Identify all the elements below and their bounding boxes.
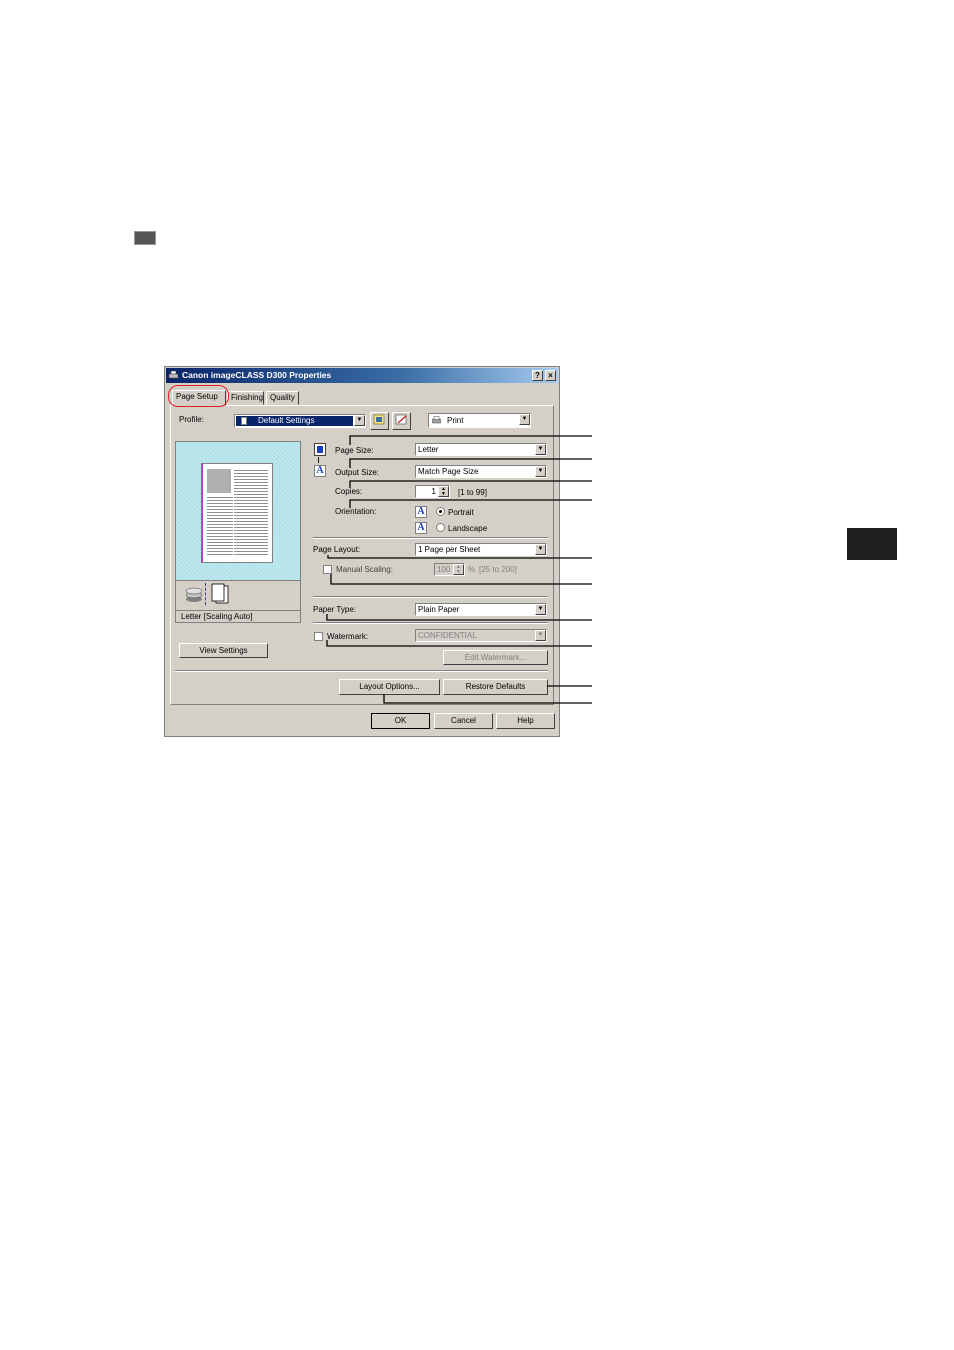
page-size-value: Letter [418, 445, 439, 454]
side-tab-marker [847, 528, 897, 560]
chevron-down-icon[interactable]: ▼ [535, 604, 546, 615]
page-layout-label: Page Layout: [313, 545, 361, 554]
portrait-radio[interactable] [436, 507, 445, 516]
chevron-down-icon[interactable]: ▼ [354, 415, 365, 426]
stack-icon [185, 587, 203, 602]
manual-scaling-unit: % [468, 565, 476, 574]
watermark-checkbox[interactable] [314, 632, 323, 641]
view-settings-button[interactable]: View Settings [179, 643, 268, 658]
margin-square-icon [134, 231, 156, 245]
profile-add-icon [373, 414, 385, 425]
output-size-label: Output Size: [335, 468, 380, 477]
divider [205, 583, 207, 605]
profile-edit-icon [395, 414, 407, 425]
preview-page [201, 463, 273, 563]
output-size-icon: A [314, 465, 326, 477]
copies-range: [1 to 99] [458, 488, 487, 497]
copies-stepper[interactable]: 1 ▲ ▼ [415, 485, 450, 498]
profile-value: Default Settings [258, 416, 315, 425]
output-method-select[interactable]: Print ▼ [428, 413, 531, 428]
manual-scaling-label: Manual Scaling: [336, 565, 393, 574]
manual-scaling-checkbox[interactable] [323, 565, 332, 574]
paper-type-select[interactable]: Plain Paper ▼ [415, 603, 547, 616]
spin-arrows-icon[interactable]: ▲ ▼ [438, 486, 449, 497]
landscape-label: Landscape [448, 524, 488, 533]
page-size-select[interactable]: Letter ▼ [415, 443, 547, 456]
chevron-down-icon[interactable]: ▼ [519, 414, 530, 425]
preview-icon-strip [175, 581, 301, 611]
chevron-down-icon[interactable]: ▼ [535, 630, 546, 641]
arrow-connector [318, 457, 323, 463]
close-button[interactable]: × [545, 370, 556, 381]
separator [313, 622, 548, 624]
page-size-icon [314, 443, 326, 456]
orientation-label: Orientation: [335, 507, 377, 516]
printer-icon [168, 370, 179, 380]
ok-button[interactable]: OK [371, 713, 430, 729]
tab-finishing[interactable]: Finishing [227, 391, 264, 405]
tab-quality[interactable]: Quality [266, 391, 299, 405]
separator [313, 537, 548, 539]
manual-scaling-stepper[interactable]: 100 ▲ ▼ [434, 563, 465, 576]
preview-graphic [207, 469, 231, 493]
cancel-button[interactable]: Cancel [434, 713, 493, 729]
profile-add-button[interactable] [370, 412, 389, 430]
output-size-select[interactable]: Match Page Size ▼ [415, 465, 547, 478]
printer-icon [432, 416, 441, 424]
window-title: Canon imageCLASS D300 Properties [182, 370, 332, 380]
output-method-value: Print [447, 416, 464, 425]
chevron-down-icon[interactable]: ▼ [535, 466, 546, 477]
portrait-label: Portrait [448, 508, 474, 517]
tab-quality-label: Quality [270, 393, 295, 402]
edit-watermark-button[interactable]: Edit Watermark... [443, 650, 548, 665]
watermark-label: Watermark: [327, 632, 369, 641]
help-button[interactable]: Help [496, 713, 555, 729]
page-layout-value: 1 Page per Sheet [418, 545, 481, 554]
manual-scaling-value: 100 [437, 565, 451, 574]
landscape-radio[interactable] [436, 523, 445, 532]
layout-preview [175, 441, 301, 581]
page-layout-select[interactable]: 1 Page per Sheet ▼ [415, 543, 547, 556]
title-bar: Canon imageCLASS D300 Properties ? × [166, 368, 558, 383]
profile-edit-button[interactable] [392, 412, 411, 430]
tab-highlight-circle [168, 385, 229, 407]
chevron-down-icon[interactable]: ▼ [535, 444, 546, 455]
manual-scaling-range: [25 to 200] [479, 565, 517, 574]
paper-type-value: Plain Paper [418, 605, 460, 614]
preview-text-lines [207, 497, 233, 557]
output-size-value: Match Page Size [418, 467, 479, 476]
page-size-label: Page Size: [335, 446, 374, 455]
preview-text-lines [234, 470, 268, 556]
copies-label: Copies: [335, 487, 363, 496]
properties-dialog: Canon imageCLASS D300 Properties ? × Pag… [164, 366, 560, 737]
separator [175, 670, 548, 672]
pages-icon [211, 583, 229, 604]
paper-type-label: Paper Type: [313, 605, 356, 614]
profile-icon [241, 417, 247, 425]
profile-label: Profile: [179, 415, 204, 424]
tab-finishing-label: Finishing [231, 393, 264, 402]
profile-select[interactable]: Default Settings ▼ [234, 414, 366, 428]
chevron-down-icon[interactable]: ▼ [535, 544, 546, 555]
watermark-value: CONFIDENTIAL [418, 631, 477, 640]
layout-options-button[interactable]: Layout Options... [339, 679, 440, 695]
portrait-a-icon: A [415, 506, 427, 518]
spin-arrows-icon[interactable]: ▲ ▼ [453, 564, 464, 575]
separator [313, 596, 548, 598]
watermark-select[interactable]: CONFIDENTIAL ▼ [415, 629, 547, 642]
restore-defaults-button[interactable]: Restore Defaults [443, 679, 548, 695]
preview-caption: Letter [Scaling Auto] [181, 612, 253, 621]
copies-value: 1 [431, 487, 436, 496]
preview-caption-box: Letter [Scaling Auto] [175, 610, 301, 623]
help-title-button[interactable]: ? [532, 370, 543, 381]
landscape-a-icon: A [415, 522, 427, 534]
